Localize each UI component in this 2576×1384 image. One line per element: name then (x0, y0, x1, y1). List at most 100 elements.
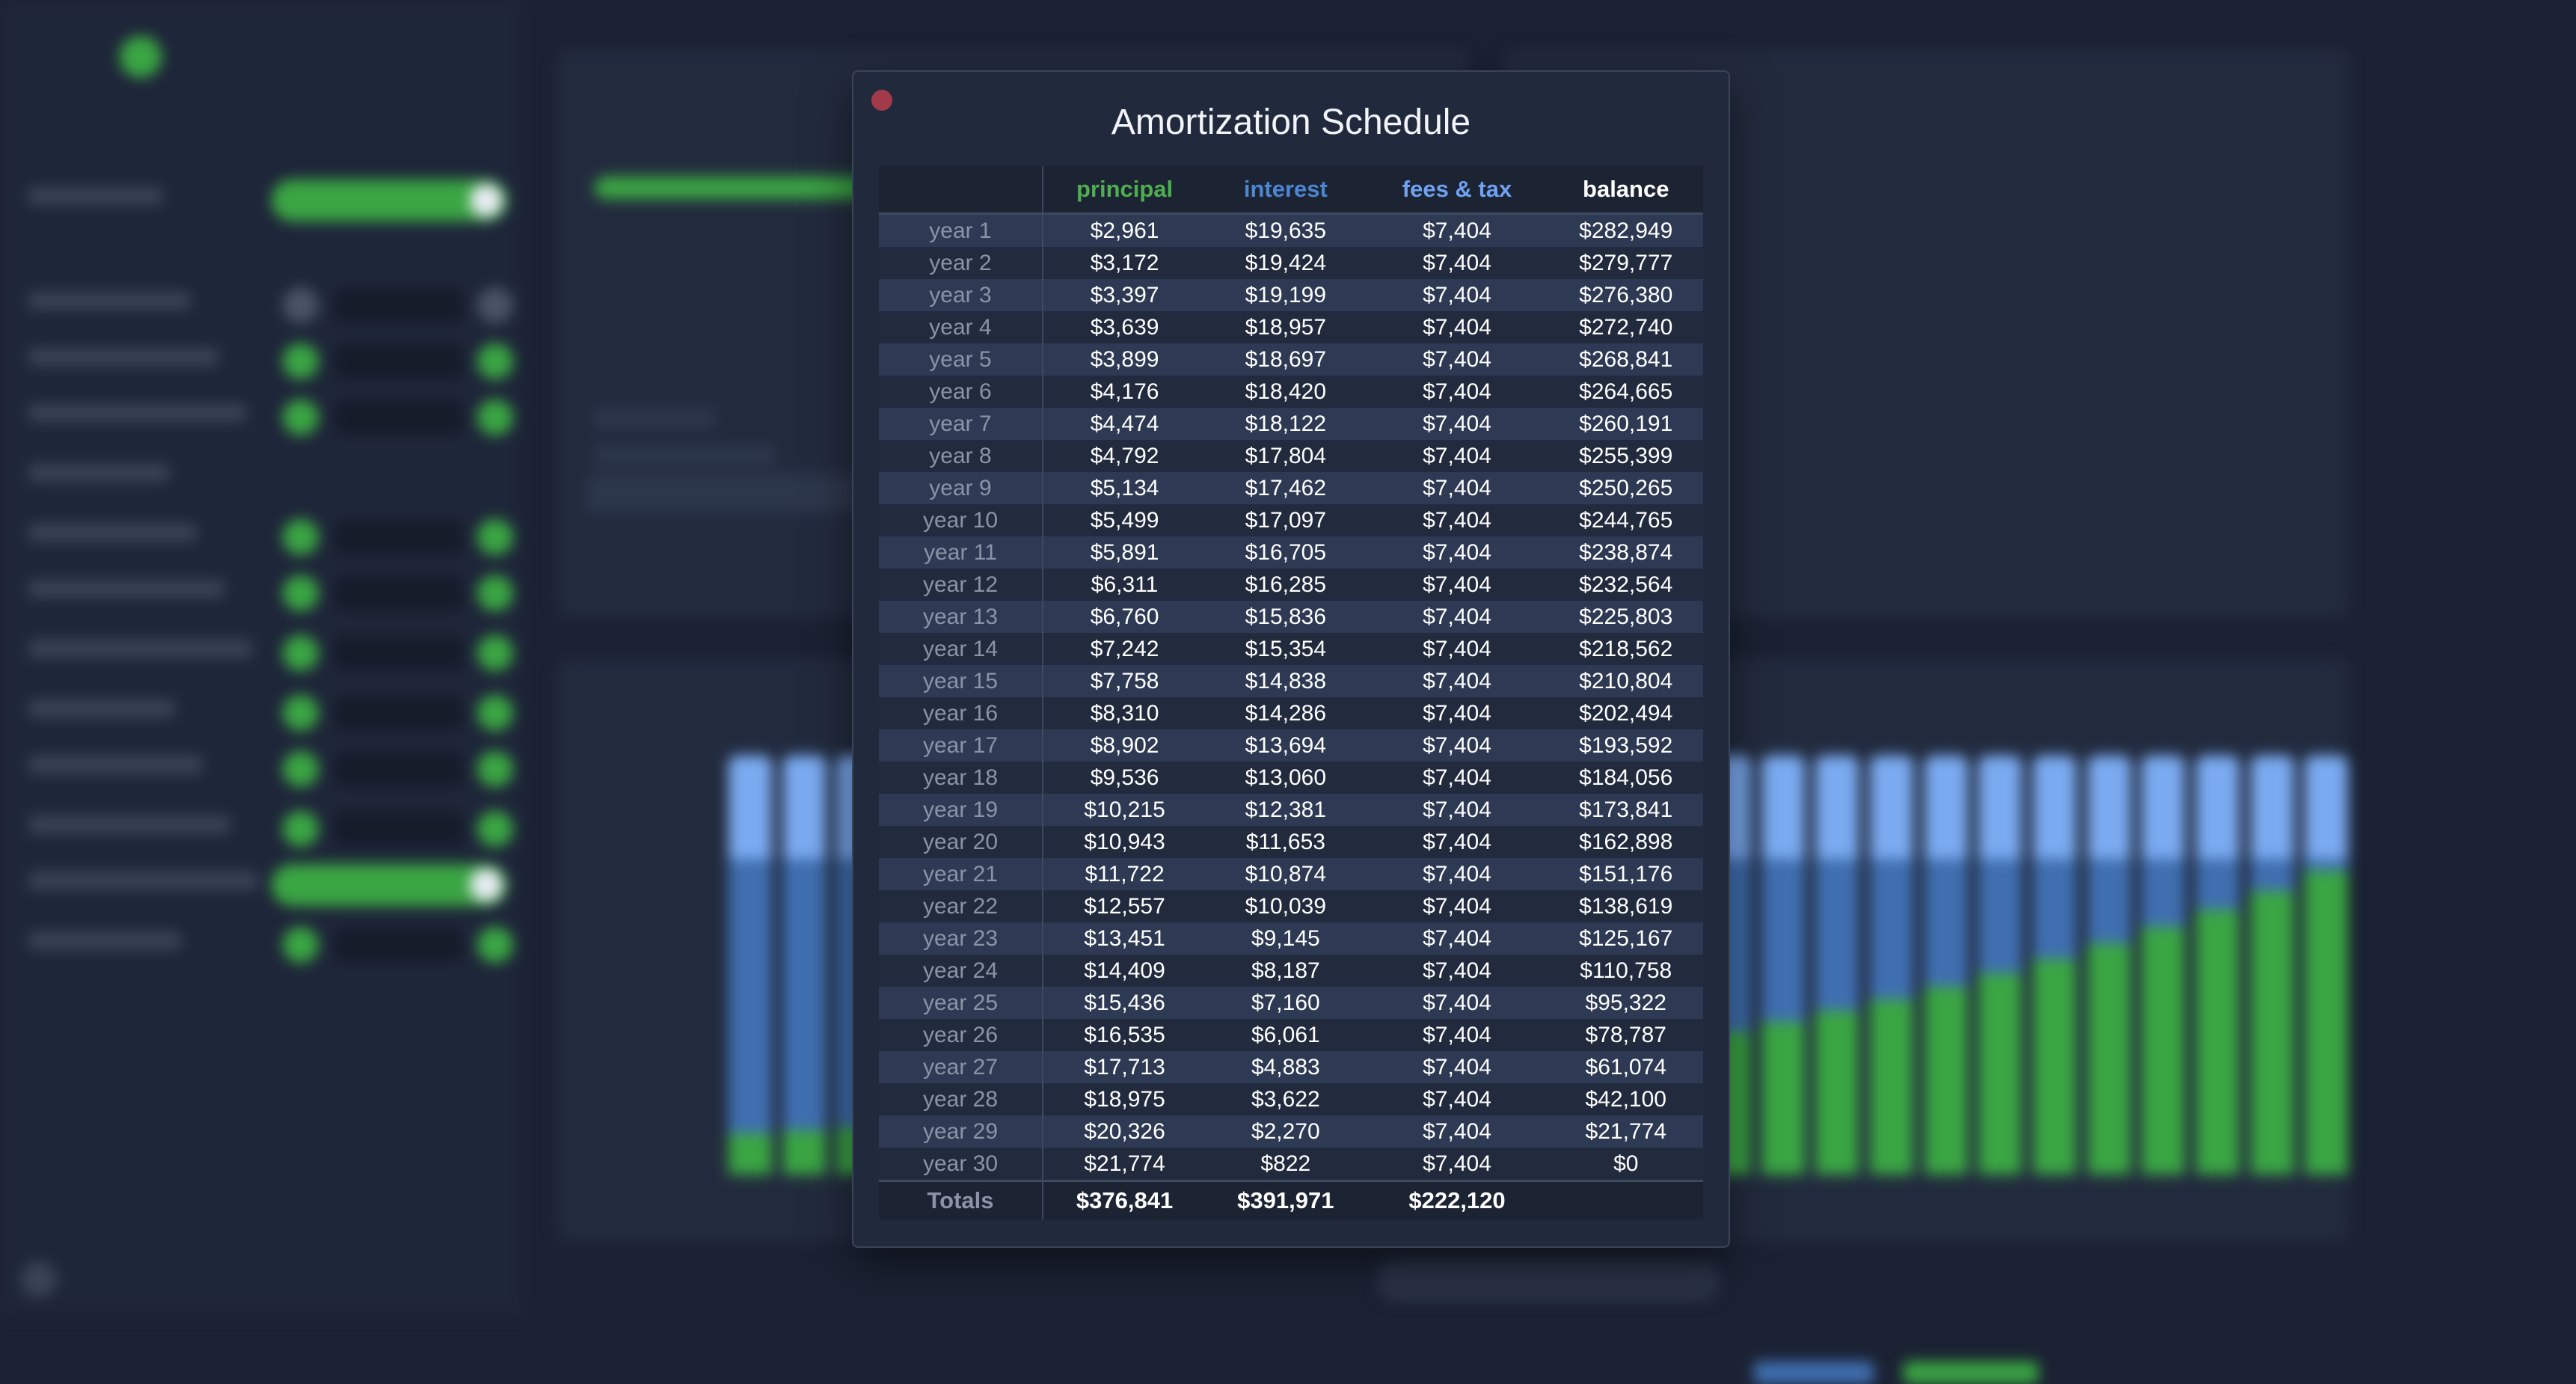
principal-cell: $21,774 (1043, 1148, 1206, 1181)
year-cell: year 1 (879, 213, 1043, 247)
interest-cell: $13,694 (1206, 729, 1366, 762)
decrement-button[interactable] (283, 399, 319, 435)
fees-segment (1870, 756, 1913, 860)
year-cell: year 13 (879, 601, 1043, 633)
balance-cell: $151,176 (1548, 858, 1703, 890)
principal-segment (1761, 1021, 1805, 1175)
principal-segment (1815, 1011, 1859, 1175)
year-cell: year 24 (879, 955, 1043, 987)
stepper-field[interactable] (335, 753, 462, 786)
fees-segment (1978, 756, 2023, 860)
sidebar-label (28, 756, 203, 774)
table-row: year 11 $5,891 $16,705 $7,404 $238,874 (879, 536, 1703, 569)
increment-button[interactable] (477, 519, 513, 555)
increment-button[interactable] (477, 811, 513, 847)
balance-cell: $21,774 (1548, 1115, 1703, 1148)
increment-button[interactable] (477, 287, 513, 323)
principal-cell: $6,760 (1043, 601, 1206, 633)
fees-cell: $7,404 (1365, 697, 1549, 729)
stepper-field[interactable] (335, 521, 462, 554)
balance-cell: $78,787 (1548, 1019, 1703, 1051)
stepper-field[interactable] (335, 289, 462, 322)
decrement-button[interactable] (283, 695, 319, 731)
table-row: year 18 $9,536 $13,060 $7,404 $184,056 (879, 762, 1703, 794)
decrement-button[interactable] (283, 751, 319, 787)
stepper-field[interactable] (335, 812, 462, 845)
decrement-button[interactable] (283, 575, 319, 611)
sidebar-control-row (28, 864, 507, 906)
principal-segment (1870, 999, 1913, 1175)
toggle-knob (470, 869, 503, 901)
balance-cell: $282,949 (1548, 213, 1703, 247)
gear-icon[interactable] (21, 1261, 57, 1297)
table-row: year 20 $10,943 $11,653 $7,404 $162,898 (879, 826, 1703, 858)
principal-segment (2141, 927, 2186, 1175)
fees-segment (782, 756, 827, 860)
principal-segment (2087, 943, 2131, 1175)
interest-cell: $17,462 (1206, 472, 1366, 504)
table-row: year 28 $18,975 $3,622 $7,404 $42,100 (879, 1083, 1703, 1115)
year-cell: year 19 (879, 794, 1043, 826)
interest-cell: $19,635 (1206, 213, 1366, 247)
stepper-field[interactable] (335, 401, 462, 434)
toggle-knob (470, 184, 503, 217)
year-cell: year 7 (879, 408, 1043, 440)
table-row: year 14 $7,242 $15,354 $7,404 $218,562 (879, 633, 1703, 665)
interest-cell: $18,122 (1206, 408, 1366, 440)
interest-segment (1815, 859, 1859, 1011)
toggle-switch[interactable] (272, 180, 507, 221)
stepper-field[interactable] (335, 577, 462, 610)
chart-bar (2087, 756, 2131, 1175)
decrement-button[interactable] (283, 519, 319, 555)
fees-cell: $7,404 (1365, 762, 1549, 794)
principal-cell: $5,134 (1043, 472, 1206, 504)
year-cell: year 23 (879, 922, 1043, 955)
increment-button[interactable] (477, 343, 513, 379)
increment-button[interactable] (477, 399, 513, 435)
decrement-button[interactable] (283, 287, 319, 323)
sidebar-control-row (28, 632, 513, 674)
year-cell: year 10 (879, 504, 1043, 536)
interest-cell: $19,424 (1206, 247, 1366, 279)
principal-cell: $20,326 (1043, 1115, 1206, 1148)
principal-cell: $10,943 (1043, 826, 1206, 858)
interest-cell: $13,060 (1206, 762, 1366, 794)
sidebar-control-row (28, 516, 513, 558)
stepper-field[interactable] (335, 696, 462, 729)
toggle-switch[interactable] (272, 864, 507, 906)
balance-cell: $218,562 (1548, 633, 1703, 665)
principal-segment (1978, 973, 2023, 1175)
stepper-field[interactable] (335, 345, 462, 378)
fees-cell: $7,404 (1365, 343, 1549, 376)
fees-cell: $7,404 (1365, 665, 1549, 697)
balance-cell: $138,619 (1548, 890, 1703, 922)
principal-cell: $3,899 (1043, 343, 1206, 376)
stepper-field[interactable] (335, 928, 462, 961)
principal-cell: $8,902 (1043, 729, 1206, 762)
footer-pill[interactable] (1376, 1260, 1720, 1302)
decrement-button[interactable] (283, 811, 319, 847)
balance-cell: $232,564 (1548, 569, 1703, 601)
increment-button[interactable] (477, 927, 513, 963)
increment-button[interactable] (477, 751, 513, 787)
decrement-button[interactable] (283, 635, 319, 671)
decrement-button[interactable] (283, 343, 319, 379)
fees-cell: $7,404 (1365, 1148, 1549, 1181)
interest-cell: $4,883 (1206, 1051, 1366, 1083)
table-row: year 4 $3,639 $18,957 $7,404 $272,740 (879, 311, 1703, 343)
principal-cell: $3,397 (1043, 279, 1206, 311)
table-row: year 21 $11,722 $10,874 $7,404 $151,176 (879, 858, 1703, 890)
fees-segment (1761, 756, 1805, 860)
stepper-field[interactable] (335, 637, 462, 670)
fees-cell: $7,404 (1365, 890, 1549, 922)
amortization-table: principal interest fees & tax balance ye… (879, 166, 1703, 1219)
sidebar (0, 0, 524, 1315)
interest-segment (1924, 859, 1968, 987)
sidebar-control-row (28, 924, 513, 966)
principal-cell: $5,499 (1043, 504, 1206, 536)
increment-button[interactable] (477, 695, 513, 731)
decrement-button[interactable] (283, 927, 319, 963)
table-row: year 27 $17,713 $4,883 $7,404 $61,074 (879, 1051, 1703, 1083)
increment-button[interactable] (477, 575, 513, 611)
increment-button[interactable] (477, 635, 513, 671)
